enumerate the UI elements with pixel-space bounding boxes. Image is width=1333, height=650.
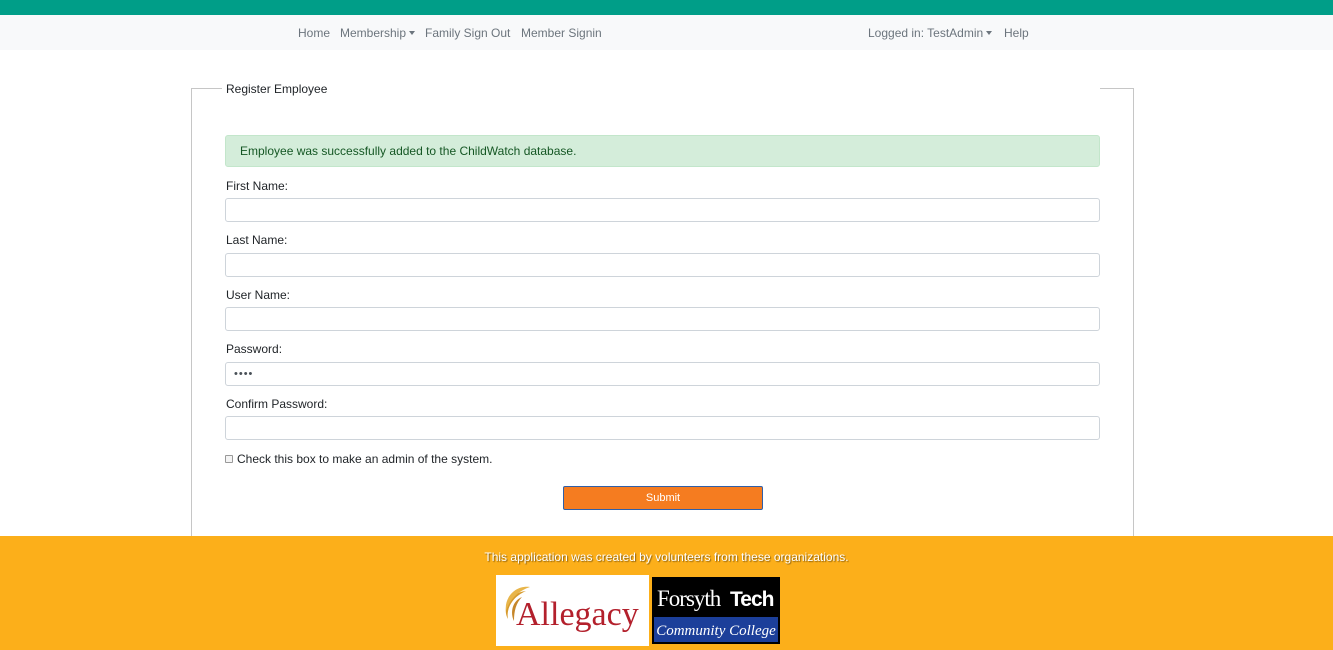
- footer-text: This application was created by voluntee…: [484, 550, 849, 564]
- user-name-input[interactable]: [225, 307, 1100, 331]
- forsyth-text: Forsyth: [657, 586, 722, 611]
- submit-button[interactable]: Submit: [563, 486, 763, 510]
- chevron-down-icon: [986, 31, 993, 35]
- nav-membership-label: Membership: [340, 26, 407, 40]
- password-input[interactable]: ••••: [225, 362, 1100, 386]
- allegacy-logo[interactable]: Allegacy: [496, 575, 649, 646]
- nav-home-link[interactable]: Home: [298, 26, 330, 40]
- user-name-label: User Name:: [226, 288, 291, 302]
- allegacy-logo-graphic: Allegacy: [505, 586, 639, 633]
- password-label: Password:: [226, 342, 283, 356]
- tech-text: Tech: [730, 588, 774, 611]
- admin-checkbox[interactable]: [225, 455, 233, 463]
- last-name-label: Last Name:: [226, 233, 288, 247]
- last-name-input[interactable]: [225, 253, 1100, 277]
- forsyth-tech-logo[interactable]: Forsyth Tech Community College: [652, 577, 780, 644]
- nav-membership-dropdown[interactable]: Membership: [340, 26, 416, 40]
- community-college-text: Community College: [656, 623, 776, 639]
- forsyth-tech-logo-graphic: Forsyth Tech Community College: [652, 577, 780, 642]
- success-alert: Employee was successfully added to the C…: [225, 135, 1100, 167]
- first-name-input[interactable]: [225, 198, 1100, 222]
- navbar: Home Membership Family Sign Out Member S…: [0, 15, 1333, 50]
- confirm-password-label: Confirm Password:: [226, 397, 328, 411]
- admin-checkbox-label: Check this box to make an admin of the s…: [237, 452, 493, 466]
- chevron-down-icon: [409, 31, 416, 35]
- top-accent-bar: [0, 0, 1333, 15]
- allegacy-logo-text: Allegacy: [516, 596, 639, 633]
- logged-in-label: Logged in: TestAdmin: [868, 26, 984, 40]
- first-name-label: First Name:: [226, 179, 289, 193]
- nav-user-dropdown[interactable]: Logged in: TestAdmin: [868, 26, 993, 40]
- nav-member-signin-link[interactable]: Member Signin: [521, 26, 602, 40]
- nav-family-sign-out-link[interactable]: Family Sign Out: [425, 26, 510, 40]
- fieldset-legend: Register Employee: [225, 82, 329, 96]
- fieldset-legend-gap: [222, 84, 1100, 92]
- footer: This application was created by voluntee…: [0, 536, 1333, 650]
- confirm-password-input[interactable]: [225, 416, 1100, 440]
- nav-help-link[interactable]: Help: [1004, 26, 1029, 40]
